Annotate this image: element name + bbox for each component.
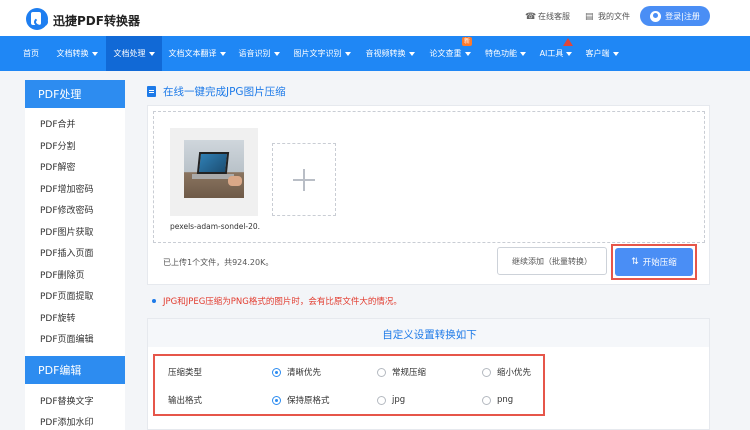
radio-jpg[interactable]: jpg [377,395,405,405]
compress-type-label: 压缩类型 [168,368,203,378]
compress-type-row: 压缩类型 清晰优先 常规压缩 缩小优先 [155,358,547,386]
nav-doc-process[interactable]: 文档处理 [106,36,162,71]
settings-panel: 自定义设置转换如下 压缩类型 清晰优先 常规压缩 缩小优先 输出格式 保持原格式 [147,318,710,430]
sidebar-item-pdf-replace-text[interactable]: PDF替换文字 [25,390,125,412]
page-title: 在线一键完成JPG图片压缩 [147,84,286,99]
nav-client[interactable]: 客户端 [579,36,625,71]
radio-normal-compress[interactable]: 常规压缩 [377,366,426,378]
hot-triangle-icon [563,38,573,46]
start-button-highlight: ⇅ 开始压缩 [611,244,697,280]
add-file-button[interactable] [272,143,336,216]
nav-ai-tools[interactable]: AI工具 [533,36,579,71]
chevron-down-icon [408,51,415,56]
login-button[interactable]: 登录|注册 [640,6,710,26]
upload-status: 已上传1个文件，共924.20K。 [163,258,274,267]
my-files-link[interactable]: ▤ 我的文件 [585,11,630,22]
nav-home[interactable]: 首页 [17,36,45,71]
radio-icon [377,395,386,405]
nav-doc-translate[interactable]: 文档文本翻译 [162,36,232,71]
main-nav: 首页 文档转换 文档处理 文档文本翻译 语音识别 图片文字识别 音视频转换 论文… [0,36,750,71]
output-format-row: 输出格式 保持原格式 jpg png [155,386,547,414]
radio-png[interactable]: png [482,395,513,405]
chevron-down-icon [520,51,526,56]
start-compress-button[interactable]: ⇅ 开始压缩 [615,248,693,276]
radio-icon [377,367,386,377]
chevron-down-icon [566,51,573,56]
nav-features[interactable]: 特色功能 [478,36,533,71]
swap-icon: ⇅ [631,257,639,267]
chevron-down-icon [464,51,471,56]
chevron-down-icon [219,51,226,56]
logo-icon[interactable] [26,8,48,30]
nav-plagiarism-check[interactable]: 论文查重新 [422,36,478,71]
sidebar-item-pdf-page-edit[interactable]: PDF页面编辑 [25,328,125,350]
sidebar-item-pdf-watermark[interactable]: PDF添加水印 [25,411,125,430]
top-header: 迅捷PDF转换器 ☎ 在线客服 ▤ 我的文件 登录|注册 [0,0,750,36]
brand-name[interactable]: 迅捷PDF转换器 [53,12,140,29]
radio-icon [482,395,491,405]
online-service-link[interactable]: ☎ 在线客服 [525,11,570,22]
radio-icon [482,367,491,377]
online-service-label: 在线客服 [538,12,570,21]
sidebar-item-pdf-rotate[interactable]: PDF旋转 [25,307,125,329]
sidebar-section-pdf-edit: PDF编辑 [25,355,125,384]
chevron-down-icon [344,51,351,56]
upload-drop-zone[interactable]: pexels-adam-sondel-20... [153,111,705,243]
nav-av-convert[interactable]: 音视频转换 [358,36,422,71]
nav-ocr[interactable]: 图片文字识别 [286,36,358,71]
settings-title: 自定义设置转换如下 [382,329,477,341]
new-badge: 新 [461,37,472,46]
chevron-down-icon [612,51,619,56]
radio-clarity-first[interactable]: 清晰优先 [272,366,321,378]
sidebar-item-pdf-add-password[interactable]: PDF增加密码 [25,178,125,200]
user-icon [650,10,662,22]
file-thumbnail[interactable] [170,128,258,216]
chevron-down-icon [273,51,280,56]
sidebar-item-pdf-insert-page[interactable]: PDF插入页面 [25,242,125,264]
chevron-down-icon [148,51,155,56]
plus-icon [293,168,315,191]
sidebar-item-pdf-split[interactable]: PDF分割 [25,135,125,157]
format-notice: JPG和JPEG压缩为PNG格式的图片时，会有比原文件大的情况。 [152,295,402,307]
nav-doc-convert[interactable]: 文档转换 [48,36,106,71]
radio-icon [272,367,281,377]
upload-panel: pexels-adam-sondel-20... 已上传1个文件，共924.20… [147,105,710,285]
radio-keep-format[interactable]: 保持原格式 [272,394,330,406]
bullet-icon [152,299,156,303]
document-icon [147,86,156,97]
login-label: 登录|注册 [665,11,700,21]
output-format-label: 输出格式 [168,396,203,406]
file-icon: ▤ [585,11,594,22]
sidebar-item-pdf-delete-page[interactable]: PDF删除页 [25,264,125,286]
sidebar-item-pdf-decrypt[interactable]: PDF解密 [25,156,125,178]
radio-size-first[interactable]: 缩小优先 [482,366,531,378]
radio-icon [272,395,281,405]
file-name: pexels-adam-sondel-20... [170,222,260,231]
laptop-photo-image [184,140,244,198]
continue-add-button[interactable]: 继续添加（批量转换） [497,247,607,275]
settings-highlight: 压缩类型 清晰优先 常规压缩 缩小优先 输出格式 保持原格式 jpg png [153,354,545,416]
sidebar-item-pdf-extract-pages[interactable]: PDF页面提取 [25,285,125,307]
sidebar-item-pdf-merge[interactable]: PDF合并 [25,113,125,135]
my-files-label: 我的文件 [598,12,630,21]
chevron-down-icon [91,51,98,56]
nav-speech-recognition[interactable]: 语音识别 [232,36,286,71]
sidebar-item-pdf-change-password[interactable]: PDF修改密码 [25,199,125,221]
sidebar-section-pdf-process: PDF处理 [25,80,125,108]
sidebar-item-pdf-extract-images[interactable]: PDF图片获取 [25,221,125,243]
headset-icon: ☎ [525,11,537,22]
sidebar: PDF处理 PDF合并 PDF分割 PDF解密 PDF增加密码 PDF修改密码 … [25,80,125,430]
